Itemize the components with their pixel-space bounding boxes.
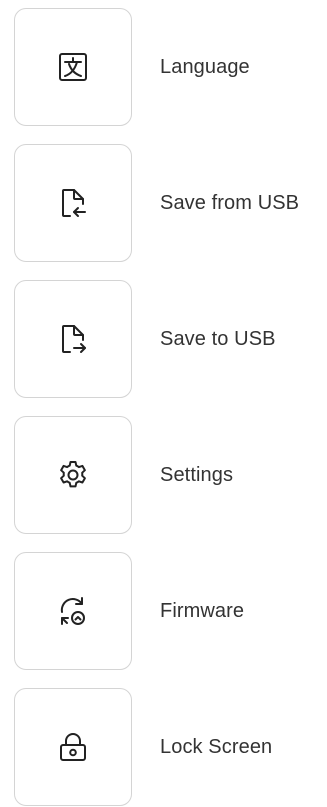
menu-item-language[interactable]: Language <box>14 7 314 127</box>
menu-item-label: Language <box>160 55 250 78</box>
menu-tile[interactable] <box>14 552 132 670</box>
firmware-update-icon <box>55 593 91 629</box>
file-export-icon <box>55 321 91 357</box>
menu-tile[interactable] <box>14 280 132 398</box>
menu-item-label: Firmware <box>160 599 245 622</box>
menu-list: Language Save from USB Save to USB Setti… <box>0 0 327 806</box>
padlock-icon <box>55 729 91 765</box>
file-import-icon <box>55 185 91 221</box>
gear-icon <box>55 457 91 493</box>
menu-tile[interactable] <box>14 8 132 126</box>
menu-item-firmware[interactable]: Firmware <box>14 551 314 671</box>
menu-tile[interactable] <box>14 144 132 262</box>
language-icon <box>55 49 91 85</box>
menu-item-label: Save to USB <box>160 327 276 350</box>
menu-tile[interactable] <box>14 688 132 806</box>
menu-item-label: Settings <box>160 463 234 486</box>
menu-item-label: Lock Screen <box>160 735 273 758</box>
menu-item-save-from-usb[interactable]: Save from USB <box>14 143 314 263</box>
menu-item-lock-screen[interactable]: Lock Screen <box>14 687 314 807</box>
menu-item-save-to-usb[interactable]: Save to USB <box>14 279 314 399</box>
menu-item-settings[interactable]: Settings <box>14 415 314 535</box>
menu-tile[interactable] <box>14 416 132 534</box>
menu-item-label: Save from USB <box>160 191 300 214</box>
